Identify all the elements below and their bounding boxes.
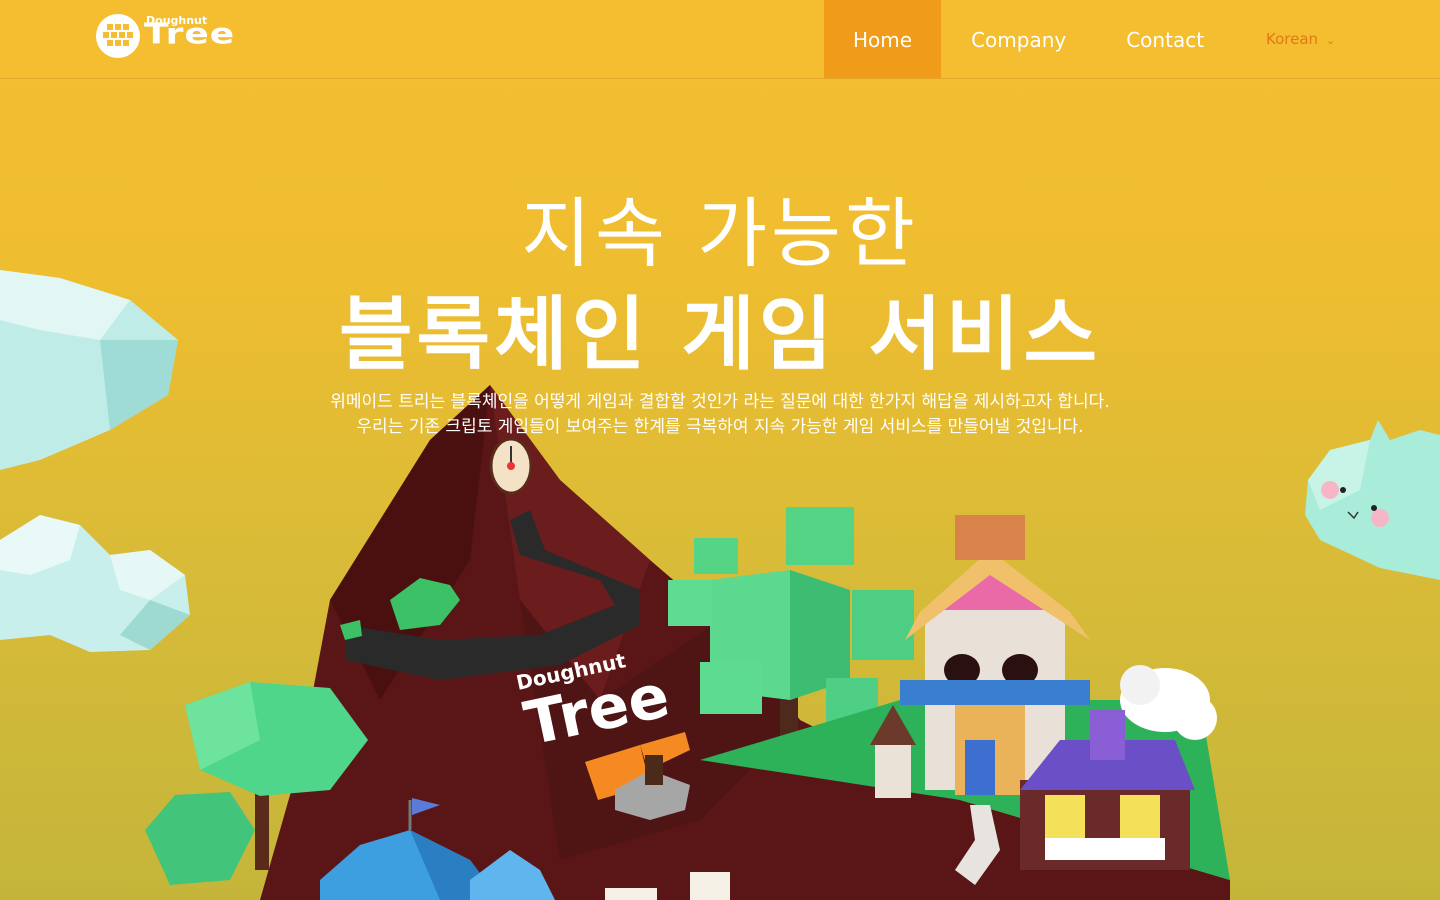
nav-contact[interactable]: Contact [1096,0,1234,78]
tree-sign: Doughnut Tree [514,648,675,759]
mountain [260,385,1230,900]
castle [870,515,1090,798]
tent [320,798,555,900]
hammer-figure [585,732,690,820]
hero-desc-line-2: 우리는 기존 크립토 게임들이 보여주는 한계를 극복하여 지속 가능한 게임 … [356,417,1084,437]
hero-description: 위메이드 트리는 블록체인을 어떻게 게임과 결합할 것인가 라는 질문에 대한… [0,390,1440,440]
hero-subtitle: 블록체인 게임 서비스 [338,288,1102,381]
language-label: Korean [1266,30,1319,48]
nav-company[interactable]: Company [941,0,1096,78]
winding-road [345,510,640,680]
top-navigation-bar: Doughnut Tree Home Company Contact Korea… [0,0,1440,79]
house-purple [1020,665,1217,870]
tree-left [145,682,368,885]
logo-doughnut-icon [96,14,140,58]
hero-title: 지속 가능한 [521,189,919,278]
sign-small-text: Doughnut [514,648,628,695]
cube-tree [668,507,914,760]
logo[interactable]: Doughnut Tree [96,14,266,62]
bunny-cloud-right [1305,420,1440,580]
language-selector[interactable]: Korean ⌄ [1266,30,1335,48]
main-nav: Home Company Contact [824,0,1234,78]
hero-desc-line-1: 위메이드 트리는 블록체인을 어떻게 게임과 결합할 것인가 라는 질문에 대한… [330,392,1110,412]
hero-illustration: Doughnut Tree [0,270,1440,900]
chevron-down-icon: ⌄ [1326,34,1336,47]
cloud-left-bottom [0,515,190,652]
sign-big-text: Tree [519,661,676,760]
nav-home[interactable]: Home [824,0,942,78]
clock-icon [489,437,533,495]
logo-big-text: Tree [144,18,236,51]
